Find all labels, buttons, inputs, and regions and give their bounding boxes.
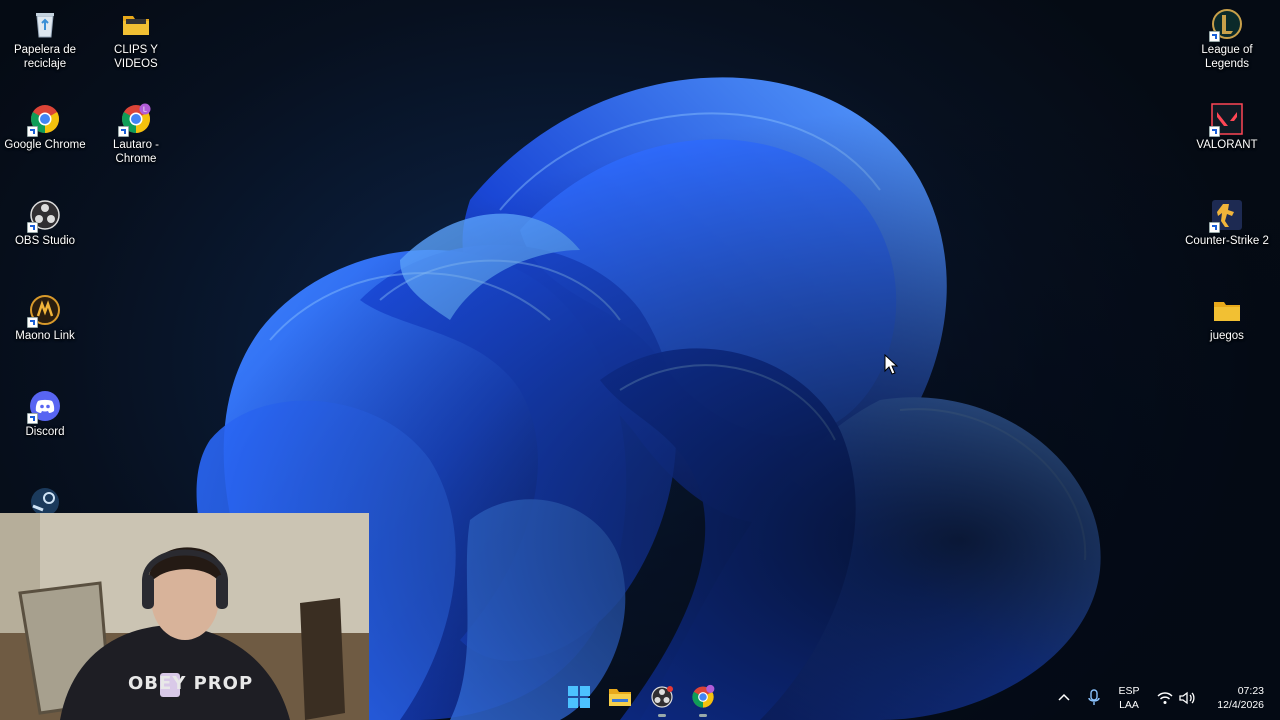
shortcut-arrow-icon	[118, 126, 129, 137]
keyboard-layout-code: LAA	[1119, 699, 1139, 711]
desktop-icon-recycle-bin[interactable]: Papelera de reciclaje	[0, 8, 90, 71]
tray-language-indicator[interactable]: ESP LAA	[1114, 684, 1144, 714]
chrome-icon	[27, 103, 61, 137]
shortcut-arrow-icon	[1209, 126, 1220, 137]
taskbar-obs[interactable]	[645, 680, 679, 714]
chrome-profile-icon	[692, 684, 715, 708]
desktop[interactable]: Papelera de reciclaje CLIPS Y VIDEOS Goo…	[0, 0, 1280, 720]
taskbar-chrome-profile[interactable]	[686, 680, 720, 714]
discord-icon	[27, 390, 61, 424]
desktop-icon-maono-link[interactable]: Maono Link	[0, 294, 90, 343]
taskbar-running-indicator	[699, 714, 707, 717]
taskbar-start-button[interactable]	[562, 680, 596, 714]
desktop-icon-clips-folder[interactable]: CLIPS Y VIDEOS	[91, 8, 181, 71]
tray-volume-icon[interactable]	[1178, 690, 1196, 706]
shortcut-arrow-icon	[27, 413, 38, 424]
obs-icon	[651, 686, 673, 708]
desktop-icon-label: Maono Link	[15, 330, 75, 342]
svg-text:L: L	[143, 107, 147, 114]
league-of-legends-icon	[1209, 8, 1243, 42]
maono-link-icon	[27, 294, 61, 328]
clock-time: 07:23	[1237, 685, 1264, 697]
tray-microphone-icon[interactable]	[1086, 688, 1102, 708]
desktop-icon-google-chrome[interactable]: Google Chrome	[0, 103, 90, 152]
file-explorer-icon	[609, 689, 631, 706]
desktop-icon-label: Counter-Strike 2	[1185, 235, 1269, 247]
obs-icon	[27, 199, 61, 233]
clock-date: 12/4/2026	[1217, 699, 1264, 711]
chrome-profile-icon: L	[118, 103, 152, 137]
tray-overflow-chevron-icon[interactable]	[1056, 690, 1072, 706]
desktop-icon-label: VALORANT	[1196, 139, 1258, 151]
tray-clock[interactable]: 07:23 12/4/2026	[1202, 684, 1272, 714]
language-code: ESP	[1118, 685, 1140, 697]
desktop-icon-obs-studio[interactable]: OBS Studio	[0, 199, 90, 248]
desktop-icon-label: Lautaro - Chrome	[112, 139, 160, 165]
folder-icon	[120, 8, 152, 40]
start-icon	[568, 686, 590, 708]
desktop-icon-discord[interactable]: Discord	[0, 390, 90, 439]
desktop-icon-label: Discord	[25, 426, 65, 438]
desktop-icon-label: CLIPS Y VIDEOS	[114, 44, 158, 70]
desktop-icon-label: juegos	[1210, 330, 1244, 342]
taskbar-file-explorer[interactable]	[603, 680, 637, 714]
desktop-icon-counter-strike-2[interactable]: Counter-Strike 2	[1182, 199, 1272, 248]
counter-strike-icon	[1209, 199, 1243, 233]
tray-wifi-icon[interactable]	[1156, 690, 1174, 706]
mouse-cursor-icon	[884, 354, 898, 375]
taskbar-running-indicator	[658, 714, 666, 717]
valorant-icon	[1209, 103, 1243, 137]
shortcut-arrow-icon	[1209, 31, 1220, 42]
folder-icon	[1211, 294, 1243, 326]
shortcut-arrow-icon	[27, 126, 38, 137]
shortcut-arrow-icon	[27, 317, 38, 328]
desktop-icon-juegos-folder[interactable]: juegos	[1182, 294, 1272, 343]
recycle-bin-icon	[29, 8, 61, 40]
desktop-icon-lautaro-chrome[interactable]: L Lautaro - Chrome	[91, 103, 181, 166]
desktop-icon-league-of-legends[interactable]: League of Legends	[1182, 8, 1272, 71]
desktop-icon-label: Papelera de reciclaje	[13, 44, 77, 70]
desktop-icon-label: League of Legends	[1201, 44, 1253, 70]
shortcut-arrow-icon	[27, 222, 38, 233]
desktop-icon-label: OBS Studio	[14, 235, 76, 247]
desktop-icon-label: Google Chrome	[4, 139, 86, 151]
desktop-icon-valorant[interactable]: VALORANT	[1182, 103, 1272, 152]
shortcut-arrow-icon	[1209, 222, 1220, 233]
